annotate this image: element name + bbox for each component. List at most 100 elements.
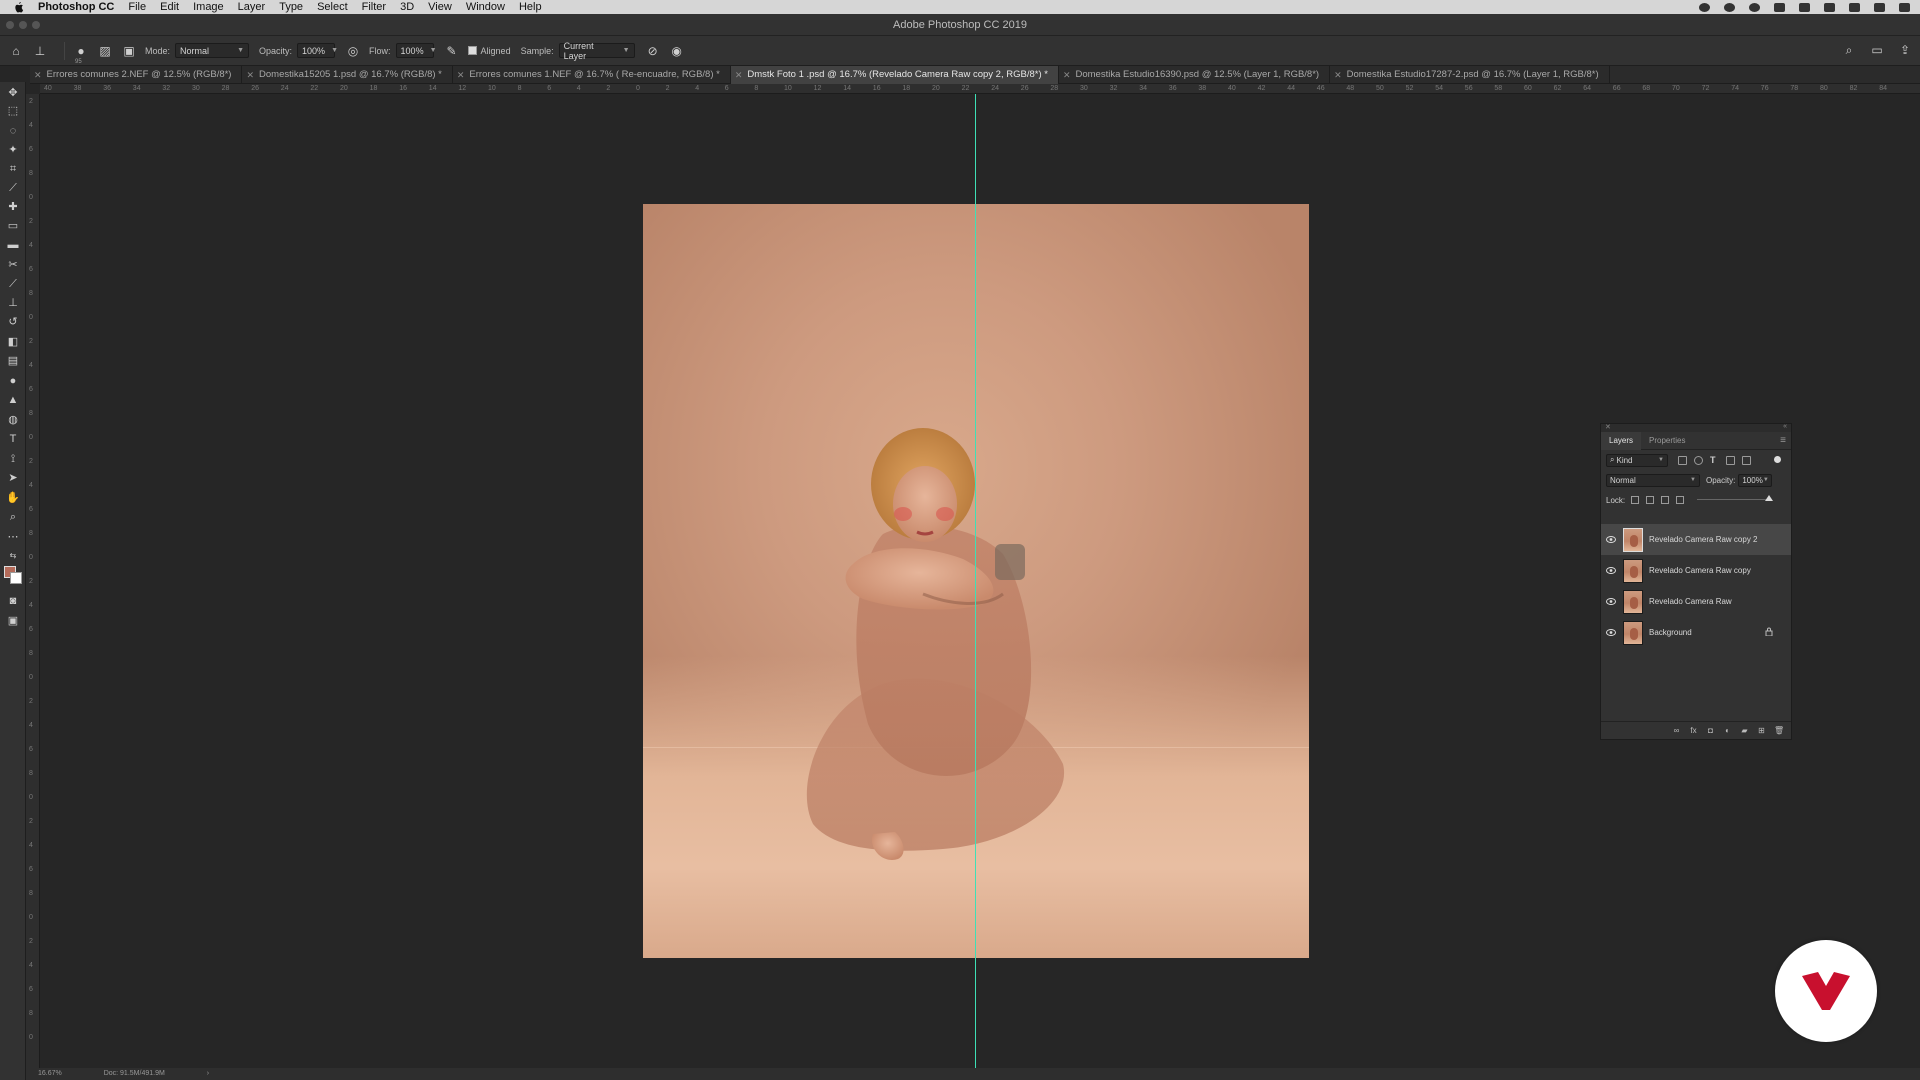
type-filter-icon[interactable]: T (1710, 455, 1719, 465)
screen-mode-icon[interactable]: ▣ (6, 614, 20, 628)
scissors-tool-icon[interactable]: ✂ (6, 258, 20, 272)
vertical-guide[interactable] (975, 94, 976, 1068)
ruler-horizontal[interactable]: 40 38 36 34 32 30 28 26 24 22 20 18 16 14 12 10 8 6 4 2 0 2 4 6… (40, 84, 1920, 94)
tab-layers[interactable]: Layers (1601, 431, 1642, 450)
eraser-stamp-tool-icon[interactable]: ▬ (6, 238, 20, 252)
quick-mask-icon[interactable]: ◙ (6, 594, 20, 608)
more-tools-icon[interactable]: ⋯ (6, 530, 20, 544)
clone-source-icon[interactable]: ▣ (121, 43, 137, 59)
menu-help[interactable]: Help (519, 1, 542, 13)
layer-revelado-camera-raw-copy-2[interactable]: Revelado Camera Raw copy 2 (1601, 524, 1791, 555)
lock-pixels-icon[interactable] (1646, 496, 1655, 504)
close-icon[interactable]: ✕ (457, 66, 465, 84)
background-color-swatch[interactable] (10, 572, 22, 584)
clone-stamp-tool-icon[interactable]: ⊥ (32, 43, 48, 59)
filter-kind-select[interactable]: ⌕ Kind ▼ (1606, 453, 1668, 467)
hand-tool-icon[interactable]: ✋ (6, 491, 20, 505)
filter-toggle[interactable] (1774, 456, 1781, 463)
layer-revelado-camera-raw[interactable]: Revelado Camera Raw (1601, 586, 1791, 617)
document-image[interactable] (643, 204, 1309, 958)
pressure-opacity-icon[interactable]: ◎ (345, 43, 361, 59)
eye-icon[interactable] (1606, 536, 1616, 543)
add-mask-icon[interactable]: ◘ (1706, 726, 1715, 735)
workspace-icon[interactable]: ▭ (1870, 43, 1884, 57)
blur-tool-icon[interactable]: ● (6, 374, 20, 388)
gradient-tool-icon[interactable]: ▤ (6, 354, 20, 368)
collapse-icon[interactable]: « (1783, 423, 1787, 430)
layer-opacity-field[interactable]: 100% ▼ (1738, 473, 1773, 487)
menu-layer[interactable]: Layer (238, 1, 266, 13)
chevron-right-icon[interactable]: › (207, 1070, 209, 1077)
close-icon[interactable]: ✕ (1063, 66, 1071, 84)
menu-edit[interactable]: Edit (160, 1, 179, 13)
layer-revelado-camera-raw-copy[interactable]: Revelado Camera Raw copy (1601, 555, 1791, 586)
healing-brush-tool-icon[interactable]: ✚ (6, 200, 20, 214)
airbrush-icon[interactable]: ✎ (444, 43, 460, 59)
selection-arrow-tool-icon[interactable]: ➤ (6, 471, 20, 485)
search-icon[interactable]: ⌕ (1842, 43, 1856, 57)
ruler-tool-icon[interactable]: ▭ (6, 219, 20, 233)
flow-field[interactable]: 100% ▼ (395, 43, 437, 58)
tab-dmstk-foto-1[interactable]: ✕ Dmstk Foto 1 .psd @ 16.7% (Revelado Cam… (730, 66, 1059, 84)
app-menu[interactable]: Photoshop CC (38, 1, 114, 13)
close-icon[interactable]: ✕ (34, 66, 42, 84)
ignore-adjustment-layers-icon[interactable]: ⊘ (645, 43, 661, 59)
pressure-size-icon[interactable]: ◉ (669, 43, 685, 59)
link-layers-icon[interactable]: ∞ (1672, 726, 1681, 735)
adjustment-filter-icon[interactable] (1694, 455, 1703, 465)
panel-menu-icon[interactable]: ≡ (1780, 435, 1786, 446)
home-icon[interactable]: ⌂ (8, 43, 24, 59)
menu-window[interactable]: Window (466, 1, 505, 13)
eye-icon[interactable] (1606, 567, 1616, 574)
mode-select[interactable]: Normal ▼ (175, 43, 250, 58)
lock-position-icon[interactable] (1661, 496, 1670, 504)
aligned-checkbox[interactable] (467, 46, 477, 55)
volume-icon[interactable] (1824, 2, 1835, 12)
shape-filter-icon[interactable] (1726, 455, 1735, 465)
crop-tool-icon[interactable]: ⌗ (6, 162, 20, 176)
menu-filter[interactable]: Filter (362, 1, 386, 13)
blend-mode-select[interactable]: Normal ▼ (1606, 473, 1700, 487)
history-brush-tool-icon[interactable]: ↺ (6, 315, 20, 329)
close-icon[interactable]: ✕ (1605, 423, 1611, 431)
fill-slider[interactable] (1697, 495, 1773, 501)
brush-settings-icon[interactable]: ▨ (97, 43, 113, 59)
pixel-filter-icon[interactable] (1678, 455, 1687, 465)
sample-select[interactable]: Current Layer ▼ (558, 41, 635, 61)
smart-object-filter-icon[interactable] (1742, 455, 1751, 465)
battery-icon[interactable] (1849, 2, 1860, 12)
zoom-tool-icon[interactable]: ⌕ (6, 510, 20, 524)
close-icon[interactable]: ✕ (1334, 66, 1342, 84)
eye-icon[interactable] (1606, 598, 1616, 605)
brush-tool-icon[interactable]: ⟋ (6, 277, 20, 291)
tab-errores-comunes-1[interactable]: ✕ Errores comunes 1.NEF @ 16.7% ( Re-encu… (453, 66, 731, 84)
minimize-window-button[interactable] (19, 21, 27, 29)
new-group-icon[interactable]: ▰ (1740, 726, 1749, 735)
eye-icon[interactable] (1606, 629, 1616, 636)
spotlight-icon[interactable] (1874, 2, 1885, 12)
adjustment-layer-icon[interactable]: ◐ (1723, 726, 1732, 735)
layer-background[interactable]: Background (1601, 617, 1791, 648)
close-window-button[interactable] (6, 21, 14, 29)
wifi-icon[interactable] (1799, 2, 1810, 12)
layer-style-icon[interactable]: fx (1689, 726, 1698, 735)
menu-file[interactable]: File (128, 1, 146, 13)
display-icon[interactable] (1774, 2, 1785, 12)
close-icon[interactable]: ✕ (246, 66, 254, 84)
lock-artboard-icon[interactable] (1676, 496, 1685, 504)
eraser-tool-icon[interactable]: ◧ (6, 335, 20, 349)
menu-select[interactable]: Select (317, 1, 348, 13)
opacity-field[interactable]: 100% ▼ (297, 43, 338, 58)
tab-domestika-estudio16390[interactable]: ✕ Domestika Estudio16390.psd @ 12.5% (Lay… (1059, 66, 1331, 84)
status-icon[interactable] (1749, 2, 1760, 12)
slider-knob[interactable] (1765, 495, 1773, 501)
swap-colors-icon[interactable]: ⇆ (6, 549, 20, 563)
brush-preset-picker[interactable]: ● 95 (73, 43, 89, 65)
menu-list-icon[interactable] (1899, 2, 1910, 12)
tab-domestika-estudio17287[interactable]: ✕ Domestika Estudio17287-2.psd @ 16.7% (L… (1330, 66, 1610, 84)
creative-cloud-icon[interactable] (1724, 2, 1735, 12)
type-tool-icon[interactable]: T (6, 432, 20, 446)
lasso-tool-icon[interactable]: ◌ (6, 124, 20, 138)
record-icon[interactable] (1699, 2, 1710, 12)
marquee-tool-icon[interactable]: ⬚ (6, 104, 20, 118)
